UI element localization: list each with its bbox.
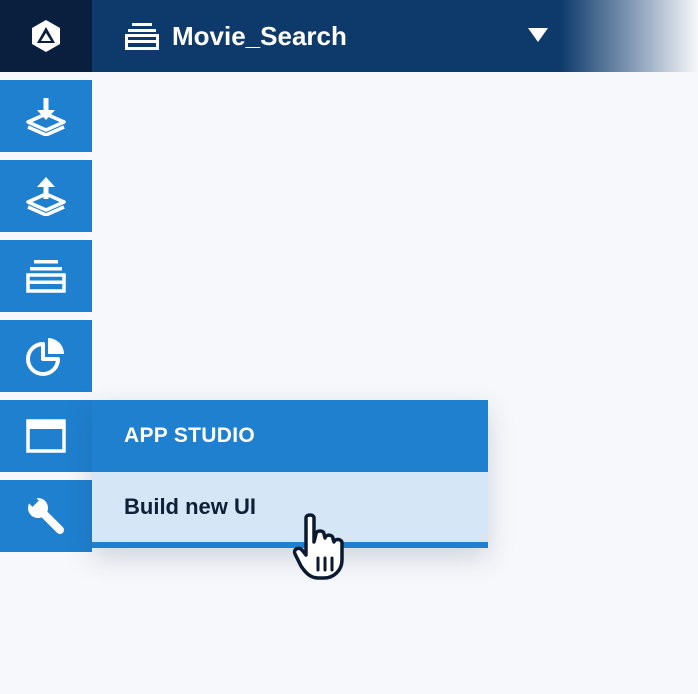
- top-bar: Movie_Search: [0, 0, 698, 72]
- sidebar-item-export[interactable]: [0, 160, 92, 232]
- hand-pointer-cursor-icon: [292, 513, 344, 580]
- home-logo[interactable]: [0, 0, 92, 72]
- app-studio-menu: APP STUDIO Build new UI: [92, 400, 488, 548]
- collection-icon: [26, 260, 66, 293]
- pie-chart-icon: [26, 338, 64, 376]
- collection-name: Movie_Search: [172, 20, 347, 51]
- caret-down-icon[interactable]: [528, 28, 548, 42]
- triangle-logo-icon: [32, 20, 60, 52]
- wrench-icon: [26, 495, 64, 534]
- sidebar-item-tools[interactable]: [0, 480, 92, 552]
- build-new-ui-menu-item[interactable]: Build new UI: [92, 472, 488, 548]
- menu-header: APP STUDIO: [92, 400, 488, 472]
- collection-icon: [125, 23, 159, 50]
- sidebar-item-app-studio[interactable]: [0, 400, 92, 472]
- window-icon: [26, 419, 66, 453]
- collection-selector[interactable]: Movie_Search: [124, 0, 347, 72]
- export-icon: [26, 177, 66, 216]
- import-icon: [26, 98, 66, 136]
- sidebar-item-collections[interactable]: [0, 240, 92, 312]
- sidebar-item-analytics[interactable]: [0, 320, 92, 392]
- sidebar-item-import[interactable]: [0, 80, 92, 152]
